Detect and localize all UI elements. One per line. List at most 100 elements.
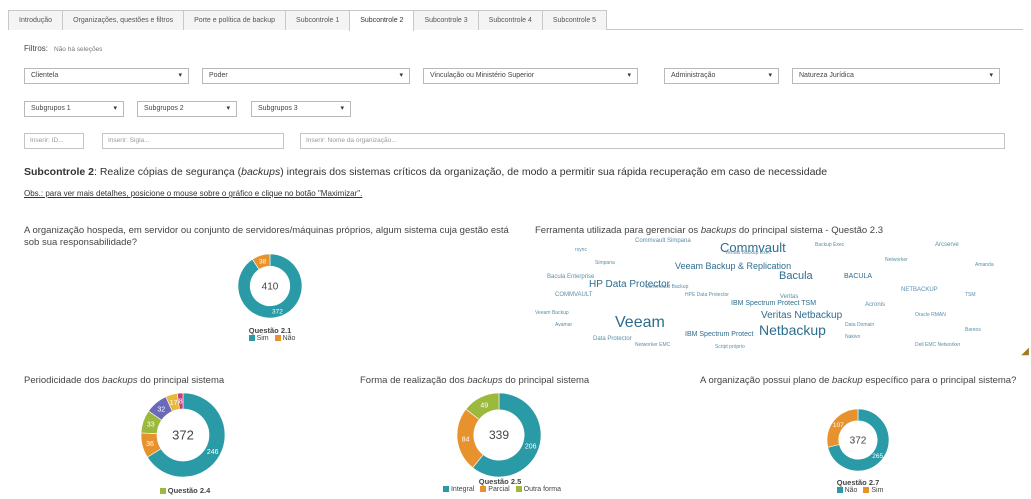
cloud-word[interactable]: Data Protector xyxy=(593,336,632,342)
q27-slice-label-0: 265 xyxy=(872,453,883,460)
cloud-word[interactable]: Bacula xyxy=(779,270,813,282)
vinculacao-select[interactable]: Vinculação ou Ministério Superior ▾ xyxy=(423,68,638,84)
q24-slice-label-0: 246 xyxy=(207,449,219,456)
legend-swatch-q24 xyxy=(159,488,166,495)
cloud-word[interactable]: Acronis xyxy=(865,302,885,308)
administracao-select[interactable]: Administração ▾ xyxy=(664,68,779,84)
cloud-word[interactable]: Backup Exec xyxy=(815,242,844,248)
q24-total: 372 xyxy=(172,427,194,442)
cloud-word[interactable]: Commvault Backup xyxy=(645,284,688,290)
cloud-word[interactable]: Commvault Simpana xyxy=(635,238,691,244)
subgrupos2-select-value: Subgrupos 2 xyxy=(144,105,184,112)
cloud-word[interactable]: Veeam Backup xyxy=(535,310,569,316)
cloud-word[interactable]: TSM xyxy=(965,292,976,298)
chevron-down-icon: ▾ xyxy=(340,105,344,112)
chevron-down-icon: ▾ xyxy=(226,105,230,112)
poder-select[interactable]: Poder ▾ xyxy=(202,68,410,84)
q24-slice-label-3: 32 xyxy=(157,406,165,413)
q21-total: 410 xyxy=(262,281,279,292)
clientela-select-value: Clientela xyxy=(31,72,59,79)
cloud-word[interactable]: Amanda xyxy=(975,262,994,268)
cloud-word[interactable]: Bareos xyxy=(965,327,981,333)
q25-title-a: Forma de realização dos xyxy=(360,375,468,386)
subcontrole-heading: Subcontrole 2: Realize cópias de seguran… xyxy=(24,166,827,178)
q25-name: Questão 2.5 xyxy=(478,477,522,486)
q27-title-b: backup xyxy=(832,375,863,386)
cloud-word[interactable]: Bacula Enterprise xyxy=(547,274,594,280)
q27-donut-chart[interactable]: 265 107 372 xyxy=(826,408,890,472)
legend-label-nao: Não xyxy=(844,487,858,494)
legend-label-sim: Sim xyxy=(871,487,884,494)
q25-title-b: backups xyxy=(467,375,503,386)
natureza-select[interactable]: Natureza Jurídica ▾ xyxy=(792,68,1000,84)
q25-donut-chart[interactable]: 206 84 49 339 xyxy=(456,392,542,478)
cloud-word[interactable]: Nakivo xyxy=(845,334,860,340)
cloud-word[interactable]: Script próprio xyxy=(715,344,745,350)
nome-organizacao-input[interactable]: Inserir: Nome da organização... xyxy=(300,133,1005,149)
q27-title: A organização possui plano de backup esp… xyxy=(700,375,1020,387)
cloud-word[interactable]: Data Domain xyxy=(845,322,874,328)
vinculacao-select-value: Vinculação ou Ministério Superior xyxy=(430,72,535,79)
cloud-word[interactable]: HPE Data Protector xyxy=(685,292,729,298)
chevron-down-icon: ▾ xyxy=(399,72,403,79)
natureza-select-value: Natureza Jurídica xyxy=(799,72,854,79)
heading-bold: Subcontrole 2 xyxy=(24,166,95,178)
tab-subcontrole-4[interactable]: Subcontrole 4 xyxy=(477,10,543,30)
scroll-indicator-icon[interactable]: ◢ xyxy=(1021,346,1029,357)
legend-label-parcial: Parcial xyxy=(488,486,510,493)
id-input[interactable]: Inserir: ID... xyxy=(24,133,84,149)
q23-word-cloud[interactable]: Commvault Veeam Backup & Replication Bacul… xyxy=(535,232,1025,350)
tab-subcontrole-1[interactable]: Subcontrole 1 xyxy=(285,10,351,30)
q24-donut-chart[interactable]: 246 36 33 32 17 8 372 xyxy=(140,392,226,478)
q25-slice-label-0: 206 xyxy=(525,444,537,451)
cloud-word[interactable]: Networker EMC xyxy=(635,342,670,348)
tab-porte[interactable]: Porte e política de backup xyxy=(183,10,287,30)
tab-subcontrole-3[interactable]: Subcontrole 3 xyxy=(413,10,479,30)
cloud-word[interactable]: NETBACKUP xyxy=(901,287,938,293)
filters-value: Não há seleções xyxy=(54,46,103,53)
cloud-word[interactable]: rsync xyxy=(575,247,587,253)
q24-slice-label-1: 36 xyxy=(146,441,154,448)
sigla-input[interactable]: Inserir: Sigla... xyxy=(102,133,284,149)
cloud-word[interactable]: Simpana xyxy=(595,260,615,266)
cloud-word[interactable]: Veritas Netbackup xyxy=(761,310,842,321)
chevron-down-icon: ▾ xyxy=(989,72,993,79)
chevron-down-icon: ▾ xyxy=(627,72,631,79)
tab-subcontrole-2[interactable]: Subcontrole 2 xyxy=(349,10,415,31)
cloud-word[interactable]: Veeam Backup & Replication xyxy=(675,261,791,271)
q25-legend: Questão 2.5 Integral Parcial Outra forma xyxy=(430,477,570,493)
cloud-word[interactable]: Oracle RMAN xyxy=(915,312,946,318)
subgrupos3-select[interactable]: Subgrupos 3 ▾ xyxy=(251,101,351,117)
tab-introducao[interactable]: Introdução xyxy=(8,10,64,30)
cloud-word[interactable]: Netbackup xyxy=(759,322,826,338)
cloud-word[interactable]: COMMVAULT xyxy=(555,292,592,298)
heading-text-a: : Realize cópias de segurança ( xyxy=(94,166,242,178)
cloud-word[interactable]: IBM Spectrum Protect TSM xyxy=(731,300,816,307)
cloud-word[interactable]: BACULA xyxy=(844,273,872,280)
q21-name: Questão 2.1 xyxy=(248,326,292,335)
tab-organizacoes[interactable]: Organizações, questões e filtros xyxy=(62,10,185,30)
tab-subcontrole-5[interactable]: Subcontrole 5 xyxy=(541,10,608,30)
q27-name: Questão 2.7 xyxy=(836,478,880,487)
clientela-select[interactable]: Clientela ▾ xyxy=(24,68,189,84)
subgrupos2-select[interactable]: Subgrupos 2 ▾ xyxy=(137,101,237,117)
q24-name: Questão 2.4 xyxy=(167,486,211,495)
cloud-word[interactable]: Veritas xyxy=(780,294,798,300)
cloud-word[interactable]: Dell EMC Networker xyxy=(915,342,960,348)
subgrupos1-select[interactable]: Subgrupos 1 ▾ xyxy=(24,101,124,117)
q27-slice-label-1: 107 xyxy=(833,422,844,429)
cloud-word[interactable]: Arcserve xyxy=(935,242,959,248)
administracao-select-value: Administração xyxy=(671,72,716,79)
q24-slice-label-4: 17 xyxy=(170,400,178,407)
cloud-word[interactable]: Veeam xyxy=(615,314,665,332)
cloud-word[interactable]: Avamar xyxy=(555,322,572,328)
cloud-word[interactable]: IBM Spectrum Protect xyxy=(685,331,753,338)
heading-text-b: backups xyxy=(241,166,281,178)
q21-slice-label-0: 372 xyxy=(272,308,283,315)
legend-swatch-nao xyxy=(836,487,843,494)
cloud-word[interactable]: Veritas Backup Exec xyxy=(725,250,771,256)
cloud-word[interactable]: Networker xyxy=(885,257,908,263)
q25-title: Forma de realização dos backups do princ… xyxy=(360,375,680,387)
q21-donut-chart[interactable]: 372 38 410 xyxy=(237,253,303,319)
poder-select-value: Poder xyxy=(209,72,228,79)
